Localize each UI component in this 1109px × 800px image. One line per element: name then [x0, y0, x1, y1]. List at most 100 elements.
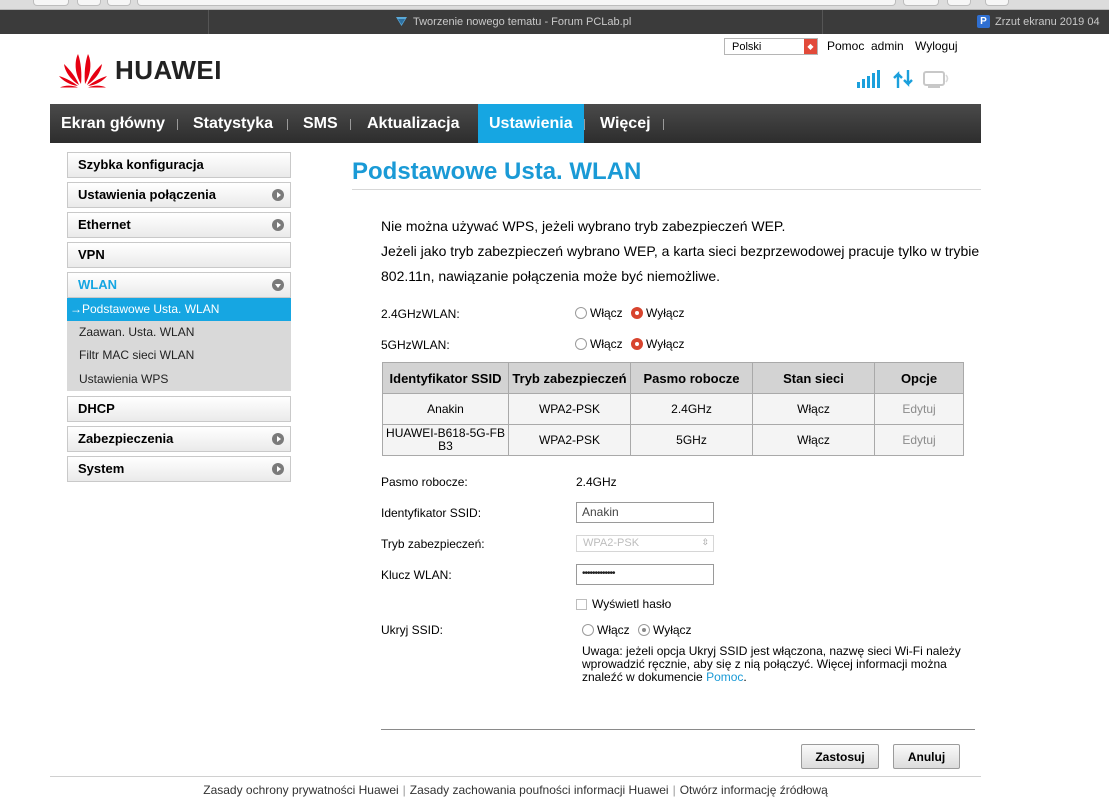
sidebar-item-dhcp[interactable]: DHCP: [67, 396, 291, 422]
info-text: 802.11n, nawiązanie połączenia może być …: [381, 268, 721, 284]
wlan-key-label: Klucz WLAN:: [381, 568, 452, 582]
wlan24-on-option[interactable]: Włącz: [575, 306, 623, 320]
logout-link[interactable]: Wyloguj: [915, 39, 958, 53]
note-text: Uwaga: jeżeli opcja Ukryj SSID jest włąc…: [582, 644, 961, 684]
sidebar-item-label: System: [78, 461, 125, 476]
security-mode-label: Tryb zabezpieczeń:: [381, 537, 485, 551]
browser-tab-active[interactable]: Tworzenie nowego tematu - Forum PCLab.pl: [395, 15, 631, 28]
state-cell: Włącz: [752, 393, 875, 425]
table-header-row: Identyfikator SSID Tryb zabezpieczeń Pas…: [382, 362, 964, 394]
divider: [352, 189, 981, 190]
radio-button-selected[interactable]: [631, 307, 643, 319]
hide-ssid-off-option[interactable]: Wyłącz: [638, 623, 692, 637]
column-header: Opcje: [874, 362, 964, 394]
wlan5-on-option[interactable]: Włącz: [575, 337, 623, 351]
footer-link-open-source[interactable]: Otwórz informację źródłową: [680, 783, 828, 797]
wlan5-label: 5GHzWLAN:: [381, 338, 450, 352]
footer-link-confidentiality[interactable]: Zasady zachowania poufności informacji H…: [410, 783, 669, 797]
sidebar-item-vpn[interactable]: VPN: [67, 242, 291, 268]
radio-label: Wyłącz: [646, 337, 685, 351]
submenu-item-advanced-wlan[interactable]: Zaawan. Usta. WLAN: [67, 321, 291, 344]
nav-item-more[interactable]: Więcej: [589, 104, 662, 143]
state-cell: Włącz: [752, 424, 875, 456]
radio-button[interactable]: [575, 338, 587, 350]
footer: Zasady ochrony prywatności Huawei | Zasady…: [203, 783, 828, 797]
radio-label: Wyłącz: [646, 306, 685, 320]
browser-tab-bar: Tworzenie nowego tematu - Forum PCLab.pl…: [0, 10, 1109, 34]
column-header: Pasmo robocze: [630, 362, 753, 394]
wlan24-label: 2.4GHzWLAN:: [381, 307, 460, 321]
page-title: Podstawowe Usta. WLAN: [352, 158, 642, 185]
ssid-cell: Anakin: [382, 393, 509, 425]
huawei-petal-icon: [59, 54, 107, 88]
expand-arrow-icon: [272, 433, 284, 445]
help-link[interactable]: Pomoc: [827, 39, 864, 53]
sidebar-item-label: Ustawienia połączenia: [78, 187, 216, 202]
expand-arrow-icon: [272, 219, 284, 231]
submenu-item-basic-wlan[interactable]: →Podstawowe Usta. WLAN: [67, 298, 291, 321]
table-row: Anakin WPA2-PSK 2.4GHz Włącz Edytuj: [382, 393, 964, 425]
expand-arrow-icon: [272, 463, 284, 475]
mode-cell: WPA2-PSK: [508, 393, 631, 425]
ssid-input[interactable]: Anakin: [576, 502, 714, 523]
footer-link-privacy[interactable]: Zasady ochrony prywatności Huawei: [203, 783, 398, 797]
browser-tab[interactable]: P Zrzut ekranu 2019 04: [977, 15, 1100, 28]
info-text: Jeżeli jako tryb zabezpieczeń wybrano WE…: [381, 243, 980, 259]
wlan-key-input[interactable]: •••••••••••••: [576, 564, 714, 585]
submenu-item-wps[interactable]: Ustawienia WPS: [67, 368, 291, 391]
chevron-updown-icon: ⇳: [701, 537, 709, 547]
radio-button[interactable]: [582, 624, 594, 636]
edit-link[interactable]: Edytuj: [874, 424, 964, 456]
huawei-logo[interactable]: HUAWEI: [57, 50, 222, 90]
collapse-arrow-icon: [272, 279, 284, 291]
sidebar-item-connection[interactable]: Ustawienia połączenia: [67, 182, 291, 208]
sidebar-item-wlan[interactable]: WLAN: [67, 272, 291, 298]
ssid-table: Identyfikator SSID Tryb zabezpieczeń Pas…: [382, 362, 964, 456]
note-text: .: [743, 670, 747, 684]
sidebar-item-security[interactable]: Zabezpieczenia: [67, 426, 291, 452]
radio-label: Wyłącz: [653, 623, 692, 637]
sidebar-item-ethernet[interactable]: Ethernet: [67, 212, 291, 238]
wlan24-off-option[interactable]: Wyłącz: [631, 306, 685, 320]
radio-button-selected[interactable]: [631, 338, 643, 350]
submenu-item-mac-filter[interactable]: Filtr MAC sieci WLAN: [67, 344, 291, 367]
sidebar-item-system[interactable]: System: [67, 456, 291, 482]
show-password-checkbox[interactable]: [576, 598, 587, 610]
nav-item-statistics[interactable]: Statystyka: [182, 104, 284, 143]
band-value: 2.4GHz: [576, 475, 617, 489]
sidebar-item-label: Szybka konfiguracja: [78, 157, 204, 172]
show-password-option[interactable]: Wyświetl hasło: [576, 597, 671, 611]
browser-button[interactable]: [33, 0, 69, 6]
hide-ssid-on-option[interactable]: Włącz: [582, 623, 630, 637]
band-cell: 5GHz: [630, 424, 753, 456]
security-mode-select[interactable]: WPA2-PSK ⇳: [576, 535, 714, 552]
language-select[interactable]: Polski ◆: [724, 38, 818, 55]
signal-icon: [857, 70, 880, 88]
browser-button[interactable]: [985, 0, 1009, 6]
help-link[interactable]: Pomoc: [706, 670, 743, 684]
nav-item-home[interactable]: Ekran główny: [50, 104, 176, 143]
nav-item-settings[interactable]: Ustawienia: [478, 104, 584, 143]
sidebar-item-quick-setup[interactable]: Szybka konfiguracja: [67, 152, 291, 178]
divider: [381, 729, 975, 730]
data-transfer-icon: [893, 70, 913, 88]
browser-tab-title: Zrzut ekranu 2019 04: [995, 15, 1100, 28]
nav-item-update[interactable]: Aktualizacja: [356, 104, 470, 143]
nav-item-sms[interactable]: SMS: [292, 104, 349, 143]
browser-button[interactable]: [903, 0, 939, 6]
band-cell: 2.4GHz: [630, 393, 753, 425]
language-value: Polski: [732, 41, 762, 53]
browser-button[interactable]: [77, 0, 101, 6]
sidebar-item-label: VPN: [78, 247, 105, 262]
wlan5-off-option[interactable]: Wyłącz: [631, 337, 685, 351]
radio-button-selected[interactable]: [638, 624, 650, 636]
sidebar-item-label: Ethernet: [78, 217, 131, 232]
browser-button[interactable]: [107, 0, 131, 6]
browser-tab-title: Tworzenie nowego tematu - Forum PCLab.pl: [413, 15, 632, 28]
edit-link[interactable]: Edytuj: [874, 393, 964, 425]
address-bar[interactable]: [137, 0, 896, 6]
browser-button[interactable]: [947, 0, 971, 6]
cancel-button[interactable]: Anuluj: [893, 744, 960, 769]
radio-button[interactable]: [575, 307, 587, 319]
apply-button[interactable]: Zastosuj: [801, 744, 879, 769]
